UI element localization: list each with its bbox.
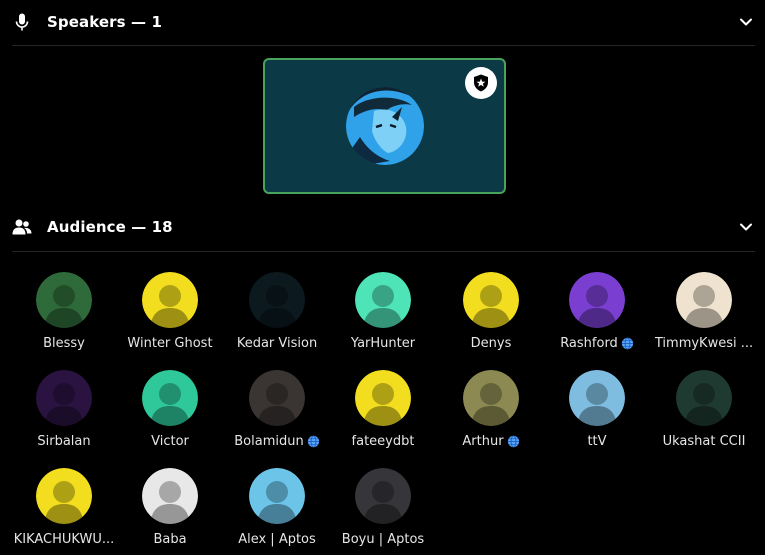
member-name: Rashford: [542, 336, 652, 351]
avatar[interactable]: [249, 272, 305, 328]
avatar[interactable]: [355, 370, 411, 426]
member-name: Denys: [436, 336, 546, 351]
people-icon: [12, 217, 32, 237]
member-name-text: Boyu | Aptos: [341, 532, 425, 547]
member-name: fateeydbt: [328, 434, 438, 449]
avatar[interactable]: [355, 468, 411, 524]
member-name: Bolamidun: [222, 434, 332, 449]
member-name: ttV: [542, 434, 652, 449]
speakers-header[interactable]: Speakers — 1: [0, 0, 765, 44]
audience-member[interactable]: TimmyKwesi ...: [649, 272, 759, 362]
member-name-text: Baba: [153, 532, 187, 547]
chevron-down-icon[interactable]: [737, 218, 755, 236]
audience-member[interactable]: Boyu | Aptos: [328, 468, 438, 555]
member-name: Boyu | Aptos: [328, 532, 438, 547]
audience-member[interactable]: Kedar Vision: [222, 272, 332, 362]
member-name-text: Bolamidun: [234, 434, 304, 449]
member-name-text: YarHunter: [350, 336, 416, 351]
member-name: Kedar Vision: [222, 336, 332, 351]
divider: [12, 251, 755, 252]
avatar[interactable]: [142, 272, 198, 328]
audience-member[interactable]: Denys: [436, 272, 546, 362]
audience-member[interactable]: Ukashat CCII: [649, 370, 759, 460]
member-name: Baba: [115, 532, 225, 547]
avatar[interactable]: [249, 370, 305, 426]
member-name: Sirbalan: [9, 434, 119, 449]
audience-member[interactable]: ttV: [542, 370, 652, 460]
member-name-text: KIKACHUKWU...: [13, 532, 115, 547]
globe-icon: [307, 435, 319, 448]
avatar[interactable]: [142, 468, 198, 524]
avatar[interactable]: [36, 468, 92, 524]
speaker-avatar[interactable]: [346, 87, 424, 165]
divider: [12, 45, 755, 46]
avatar[interactable]: [36, 272, 92, 328]
audience-header[interactable]: Audience — 18: [0, 205, 765, 249]
member-name: Ukashat CCII: [649, 434, 759, 449]
audience-member[interactable]: KIKACHUKWU...: [9, 468, 119, 555]
member-name-text: fateeydbt: [351, 434, 415, 449]
avatar[interactable]: [142, 370, 198, 426]
audience-member[interactable]: Bolamidun: [222, 370, 332, 460]
member-name: TimmyKwesi ...: [649, 336, 759, 351]
globe-icon: [621, 337, 633, 350]
member-name-text: TimmyKwesi ...: [654, 336, 754, 351]
member-name-text: Ukashat CCII: [662, 434, 746, 449]
audience-member[interactable]: Blessy: [9, 272, 119, 362]
avatar[interactable]: [676, 272, 732, 328]
audience-title: Audience — 18: [47, 218, 173, 236]
member-name-text: Rashford: [560, 336, 618, 351]
globe-icon: [507, 435, 519, 448]
member-name-text: Kedar Vision: [236, 336, 318, 351]
avatar[interactable]: [355, 272, 411, 328]
speakers-title: Speakers — 1: [47, 13, 162, 31]
chevron-down-icon[interactable]: [737, 13, 755, 31]
microphone-icon: [12, 12, 32, 32]
audience-member[interactable]: YarHunter: [328, 272, 438, 362]
member-name-text: Alex | Aptos: [238, 532, 316, 547]
member-name: Winter Ghost: [115, 336, 225, 351]
avatar[interactable]: [36, 370, 92, 426]
avatar[interactable]: [463, 370, 519, 426]
audience-member[interactable]: Rashford: [542, 272, 652, 362]
audience-member[interactable]: Alex | Aptos: [222, 468, 332, 555]
audience-member[interactable]: Arthur: [436, 370, 546, 460]
avatar[interactable]: [249, 468, 305, 524]
member-name-text: Blessy: [43, 336, 85, 351]
avatar[interactable]: [569, 370, 625, 426]
audience-member[interactable]: fateeydbt: [328, 370, 438, 460]
audience-member[interactable]: Victor: [115, 370, 225, 460]
audience-member[interactable]: Winter Ghost: [115, 272, 225, 362]
member-name-text: Denys: [470, 336, 512, 351]
avatar[interactable]: [676, 370, 732, 426]
member-name-text: Winter Ghost: [127, 336, 213, 351]
member-name: Alex | Aptos: [222, 532, 332, 547]
audience-member[interactable]: Baba: [115, 468, 225, 555]
member-name: YarHunter: [328, 336, 438, 351]
member-name-text: Arthur: [462, 434, 504, 449]
member-name-text: Sirbalan: [37, 434, 91, 449]
member-name: KIKACHUKWU...: [9, 532, 119, 547]
member-name: Arthur: [436, 434, 546, 449]
member-name-text: Victor: [151, 434, 189, 449]
avatar[interactable]: [463, 272, 519, 328]
member-name-text: ttV: [587, 434, 607, 449]
member-name: Victor: [115, 434, 225, 449]
member-name: Blessy: [9, 336, 119, 351]
avatar[interactable]: [569, 272, 625, 328]
shield-star-icon: [465, 67, 497, 99]
audience-member[interactable]: Sirbalan: [9, 370, 119, 460]
speaker-card[interactable]: [263, 58, 506, 194]
